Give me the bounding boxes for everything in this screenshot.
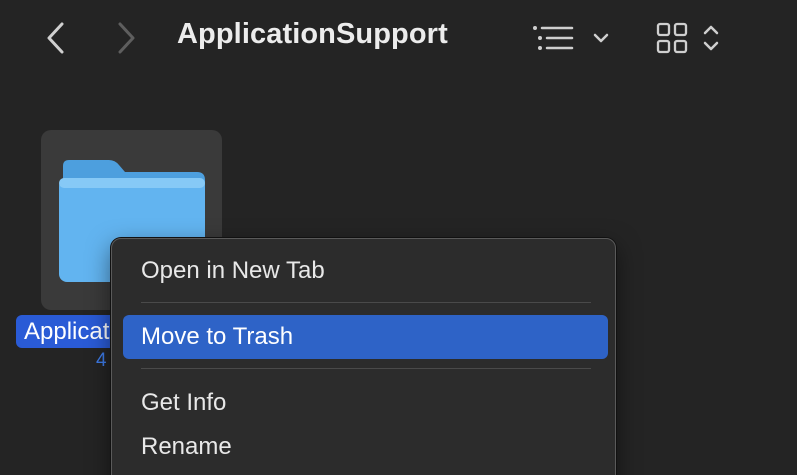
- menu-item-move-to-trash[interactable]: Move to Trash: [123, 315, 608, 359]
- list-icon: [533, 26, 574, 50]
- grid-icon: [656, 22, 688, 54]
- menu-item-get-info[interactable]: Get Info: [123, 381, 608, 425]
- grid-view-button[interactable]: [656, 18, 734, 58]
- menu-separator: [141, 368, 591, 369]
- chevron-right-icon: [118, 22, 135, 54]
- chevron-down-icon: [593, 33, 609, 43]
- list-view-button[interactable]: [530, 20, 614, 56]
- finder-window: ApplicationSupport Applicat 4 Open in Ne…: [0, 0, 797, 475]
- chevron-left-icon: [47, 22, 64, 54]
- menu-separator: [141, 302, 591, 303]
- context-menu: Open in New Tab Move to Trash Get Info R…: [111, 238, 616, 475]
- toolbar: ApplicationSupport: [0, 0, 797, 78]
- menu-item-rename[interactable]: Rename: [123, 425, 608, 469]
- chevron-up-down-icon: [703, 25, 719, 51]
- forward-button[interactable]: [108, 18, 144, 58]
- window-title: ApplicationSupport: [177, 18, 448, 50]
- back-button[interactable]: [38, 18, 74, 58]
- menu-item-open-in-new-tab[interactable]: Open in New Tab: [123, 249, 608, 293]
- folder-item-meta: 4: [96, 350, 107, 371]
